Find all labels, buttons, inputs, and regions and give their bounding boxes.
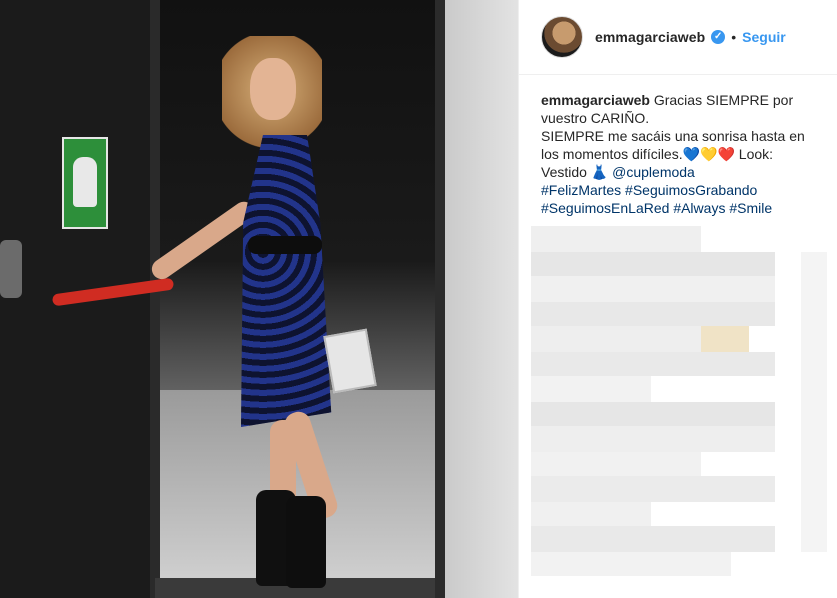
wall: [442, 0, 518, 598]
blur-block: [701, 326, 749, 352]
post-sidebar: emmagarciaweb ✓ • Seguir emmagarciaweb G…: [518, 0, 837, 598]
verified-badge-icon: ✓: [711, 30, 726, 44]
instagram-post: emmagarciaweb ✓ • Seguir emmagarciaweb G…: [0, 0, 837, 598]
blur-block: [531, 476, 775, 502]
pixelated-comments-area: [519, 222, 837, 598]
blur-block: [531, 426, 775, 452]
caption-username[interactable]: emmagarciaweb: [541, 92, 650, 108]
blur-block: [531, 302, 775, 326]
caption: emmagarciaweb Gracias SIEMPRE por vuestr…: [519, 75, 837, 217]
post-header: emmagarciaweb ✓ • Seguir: [519, 0, 837, 75]
hashtag-link[interactable]: #SeguimosGrabando: [625, 182, 757, 198]
blur-block: [531, 376, 651, 402]
woman-face: [250, 58, 296, 120]
blur-block: [531, 226, 701, 252]
blur-block: [531, 326, 701, 352]
hashtag-link[interactable]: #FelizMartes: [541, 182, 621, 198]
blur-block: [531, 252, 775, 276]
door-hinge: [0, 240, 22, 298]
blur-block: [531, 502, 651, 526]
follow-button[interactable]: Seguir: [742, 29, 786, 45]
username-link[interactable]: emmagarciaweb: [595, 29, 705, 45]
hashtag-link[interactable]: #Smile: [729, 200, 772, 216]
blur-block: [531, 352, 775, 376]
emergency-exit-sign: [62, 137, 108, 229]
woman-belt: [248, 236, 322, 254]
blur-block: [531, 402, 775, 426]
post-photo[interactable]: [0, 0, 518, 598]
blur-block: [531, 552, 731, 576]
separator-dot: •: [731, 29, 737, 45]
blur-block: [531, 276, 775, 302]
door-frame: [435, 0, 445, 598]
boot-right: [286, 496, 326, 588]
mention-link[interactable]: @cuplemoda: [612, 164, 695, 180]
blur-block: [531, 526, 775, 552]
hashtag-link[interactable]: #Always: [673, 200, 725, 216]
door-edge: [150, 0, 160, 598]
hashtag-link[interactable]: #SeguimosEnLaRed: [541, 200, 669, 216]
avatar[interactable]: [541, 16, 583, 58]
blur-block: [801, 252, 827, 552]
blur-block: [531, 452, 701, 476]
